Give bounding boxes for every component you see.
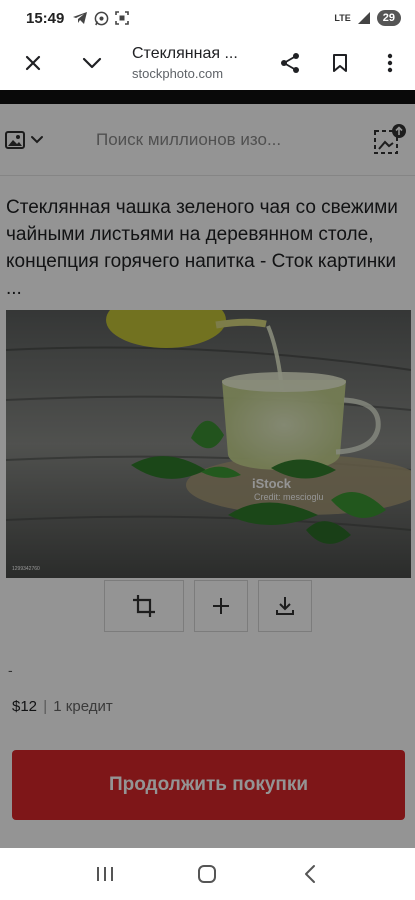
page-url: stockphoto.com bbox=[132, 66, 224, 81]
media-type-select[interactable] bbox=[0, 130, 64, 150]
signal-icon bbox=[357, 12, 370, 24]
tea-photo-image bbox=[6, 310, 411, 578]
whatsapp-icon bbox=[95, 11, 109, 25]
page-info[interactable]: Стеклянная ... stockphoto.com bbox=[118, 45, 265, 81]
bookmark-button[interactable] bbox=[315, 40, 365, 86]
back-icon bbox=[304, 865, 315, 883]
search-bar: Поиск миллионов изо... bbox=[0, 104, 415, 176]
battery-indicator: 29 bbox=[376, 10, 401, 26]
price-row: $12 | 1 кредит bbox=[12, 698, 415, 715]
site-top-bar bbox=[0, 90, 415, 104]
screenshot-icon bbox=[115, 11, 130, 25]
more-vert-icon bbox=[387, 53, 393, 73]
share-icon bbox=[281, 53, 299, 73]
status-bar: 15:49 LTE 29 bbox=[0, 0, 415, 36]
system-nav-bar bbox=[0, 848, 415, 900]
photo-id: 1299342760 bbox=[12, 566, 40, 572]
credit-count: 1 кредит bbox=[53, 698, 113, 715]
browser-header: Стеклянная ... stockphoto.com bbox=[0, 36, 415, 90]
bookmark-icon bbox=[333, 54, 347, 72]
home-button[interactable] bbox=[177, 854, 237, 894]
add-to-board-button[interactable] bbox=[193, 580, 248, 632]
more-options-button[interactable] bbox=[365, 40, 415, 86]
share-button[interactable] bbox=[265, 40, 315, 86]
status-right: LTE 29 bbox=[334, 10, 401, 26]
back-button[interactable] bbox=[280, 854, 340, 894]
price: $12 bbox=[12, 698, 38, 715]
chevron-down-icon bbox=[31, 135, 43, 143]
page-title-header: Стеклянная ... bbox=[132, 45, 238, 62]
collapse-button[interactable] bbox=[66, 40, 118, 86]
notification-icons bbox=[72, 11, 130, 26]
plus-icon bbox=[212, 598, 229, 614]
image-icon bbox=[5, 130, 25, 149]
image-tools bbox=[0, 580, 415, 634]
close-button[interactable] bbox=[0, 40, 66, 86]
price-separator: | bbox=[43, 698, 48, 715]
recents-icon bbox=[97, 867, 114, 881]
continue-shopping-button[interactable]: Продолжить покупки bbox=[12, 750, 405, 820]
separator-dash: - bbox=[8, 662, 13, 678]
stock-photo[interactable]: iStock Credit: mescioglu 1299342760 bbox=[6, 310, 411, 578]
visual-search-button[interactable] bbox=[365, 123, 415, 157]
crop-icon bbox=[132, 595, 155, 617]
chevron-down-icon bbox=[82, 57, 102, 69]
recent-apps-button[interactable] bbox=[75, 854, 135, 894]
lte-indicator: LTE bbox=[334, 13, 351, 23]
download-button[interactable] bbox=[257, 580, 312, 632]
download-icon bbox=[275, 597, 294, 615]
home-icon bbox=[198, 865, 217, 883]
visual-search-icon bbox=[374, 123, 406, 154]
photo-credit: Credit: mescioglu bbox=[254, 492, 324, 502]
search-input[interactable]: Поиск миллионов изо... bbox=[64, 130, 365, 150]
istock-watermark: iStock bbox=[252, 476, 292, 491]
page-content: Поиск миллионов изо... Стеклянная чашка … bbox=[0, 104, 415, 848]
close-icon bbox=[25, 55, 41, 71]
crop-button[interactable] bbox=[103, 580, 184, 632]
status-time: 15:49 bbox=[26, 9, 65, 27]
telegram-icon bbox=[73, 12, 88, 24]
image-title: Стеклянная чашка зеленого чая со свежими… bbox=[6, 197, 398, 299]
